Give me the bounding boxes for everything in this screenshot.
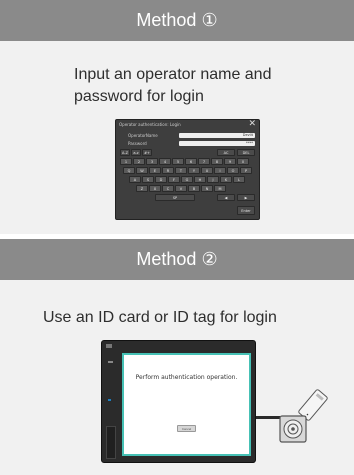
key-right-arrow[interactable]: ▶ (237, 194, 255, 201)
card-reader-icon (279, 415, 307, 443)
power-led-icon (108, 399, 111, 401)
close-icon[interactable]: ✕ (248, 119, 256, 129)
key-letter[interactable]: F (168, 176, 180, 183)
key-letter[interactable]: I (214, 167, 226, 174)
method2-title: Method ② (0, 239, 354, 280)
key-letter[interactable]: R (162, 167, 174, 174)
key-letter[interactable]: E (149, 167, 161, 174)
authentication-message: Perform authentication operation. (135, 374, 238, 381)
key-letter[interactable]: Y (188, 167, 200, 174)
status-led-icon (108, 361, 113, 363)
cancel-button[interactable]: Cancel (177, 425, 196, 432)
key-uppercase-mode[interactable]: A-Z (120, 149, 130, 156)
key-digit[interactable]: 9 (224, 158, 236, 165)
key-letter[interactable]: N (201, 185, 213, 192)
key-letter[interactable]: P (240, 167, 252, 174)
key-digit[interactable]: 7 (198, 158, 210, 165)
method2-panel: Method ② Use an ID card or ID tag for lo… (0, 239, 354, 475)
key-letter[interactable]: A (129, 176, 141, 183)
hmi-screen: Perform authentication operation. Cancel (122, 353, 251, 456)
method2-caption: Use an ID card or ID tag for login (43, 309, 277, 326)
key-space[interactable]: SP (155, 194, 195, 201)
key-lowercase-mode[interactable]: a-z (131, 149, 141, 156)
operator-name-field[interactable]: Devlit (179, 133, 255, 138)
key-digit[interactable]: 4 (159, 158, 171, 165)
key-letter[interactable]: G (181, 176, 193, 183)
key-letter[interactable]: D (155, 176, 167, 183)
key-symbol-mode[interactable]: #+ (142, 149, 152, 156)
id-card-reader-icon (279, 389, 328, 443)
method1-panel: Method ① Input an operator name and pass… (0, 0, 354, 234)
key-letter[interactable]: K (220, 176, 232, 183)
operator-name-label: OperatorName (128, 133, 158, 138)
method1-title: Method ① (0, 0, 354, 41)
key-digit[interactable]: 6 (185, 158, 197, 165)
key-letter[interactable]: Q (123, 167, 135, 174)
key-digit[interactable]: 3 (146, 158, 158, 165)
method1-caption-line2: password for login (74, 88, 204, 105)
key-digit[interactable]: 5 (172, 158, 184, 165)
operator-login-dialog: Operator authentication: Login ✕ Operato… (115, 119, 260, 220)
key-digit[interactable]: 2 (133, 158, 145, 165)
dialog-title: Operator authentication: Login (119, 122, 181, 127)
key-letter[interactable]: T (175, 167, 187, 174)
key-letter[interactable]: J (207, 176, 219, 183)
key-letter[interactable]: H (194, 176, 206, 183)
key-letter[interactable]: S (142, 176, 154, 183)
method1-caption-line1: Input an operator name and (74, 66, 272, 83)
key-letter[interactable]: W (136, 167, 148, 174)
key-letter[interactable]: M (214, 185, 226, 192)
key-letter[interactable]: Z (136, 185, 148, 192)
key-letter[interactable]: L (233, 176, 245, 183)
key-left-arrow[interactable]: ◀ (217, 194, 235, 201)
password-field[interactable]: **** (179, 141, 255, 146)
hmi-monitor: Perform authentication operation. Cancel (101, 340, 256, 463)
password-label: Password (128, 141, 147, 146)
key-enter[interactable]: Enter (237, 206, 255, 215)
key-letter[interactable]: B (188, 185, 200, 192)
key-letter[interactable]: C (162, 185, 174, 192)
key-digit[interactable]: 0 (237, 158, 249, 165)
key-letter[interactable]: O (227, 167, 239, 174)
key-letter[interactable]: V (175, 185, 187, 192)
key-all-clear[interactable]: AC (217, 149, 235, 156)
key-letter[interactable]: U (201, 167, 213, 174)
key-digit[interactable]: 8 (211, 158, 223, 165)
key-delete[interactable]: DEL (237, 149, 255, 156)
key-letter[interactable]: X (149, 185, 161, 192)
brand-logo-icon (106, 344, 112, 348)
key-digit[interactable]: 1 (120, 158, 132, 165)
card-slot (106, 426, 116, 459)
